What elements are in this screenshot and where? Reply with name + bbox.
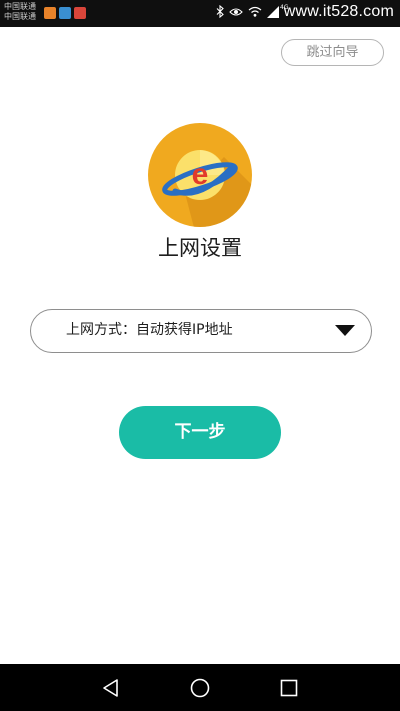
system-icons: 4G xyxy=(216,4,292,18)
wifi-icon xyxy=(248,6,262,17)
recent-apps-icon[interactable] xyxy=(278,677,300,699)
page-title: 上网设置 xyxy=(158,236,242,260)
home-icon[interactable] xyxy=(189,677,211,699)
browser-planet-icon: e xyxy=(148,123,252,227)
skip-guide-button[interactable]: 跳过向导 xyxy=(281,39,384,66)
eye-icon xyxy=(229,7,243,16)
watermark-text: www.it528.com xyxy=(283,3,394,20)
next-step-button[interactable]: 下一步 xyxy=(119,406,281,459)
app-icon xyxy=(74,7,86,19)
back-icon[interactable] xyxy=(100,677,122,699)
bluetooth-icon xyxy=(216,5,224,18)
navigation-bar xyxy=(0,664,400,711)
notification-icons xyxy=(44,7,86,19)
carrier-name: 中国联通 xyxy=(4,12,36,21)
status-bar: 中国联通 中国联通 4G www.it528.com xyxy=(0,0,400,27)
signal-icon xyxy=(267,5,279,18)
carrier-name: 中国联通 xyxy=(4,2,36,11)
weibo-icon xyxy=(44,7,56,19)
telegram-icon xyxy=(59,7,71,19)
carrier-info: 中国联通 中国联通 xyxy=(4,2,36,22)
connection-type-label: 上网方式：自动获得IP地址 xyxy=(66,322,233,338)
connection-type-select[interactable]: 上网方式：自动获得IP地址 xyxy=(30,309,372,353)
dropdown-arrow-icon xyxy=(335,325,355,336)
